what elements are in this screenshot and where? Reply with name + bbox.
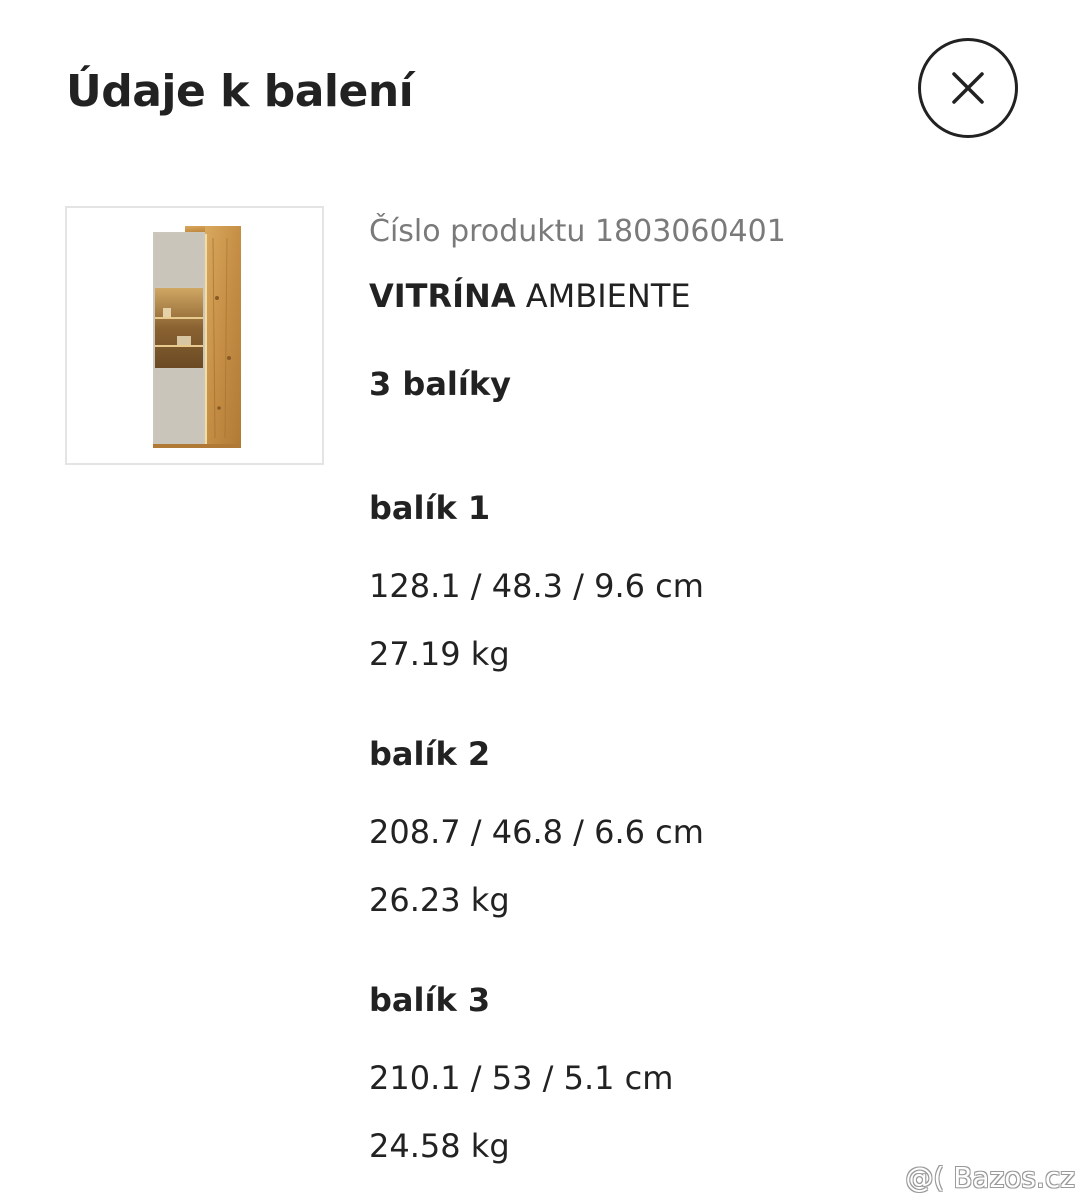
package-weight: 26.23 kg	[369, 881, 510, 919]
product-number: Číslo produktu 1803060401	[369, 214, 786, 249]
close-icon	[952, 72, 984, 104]
package-weight: 27.19 kg	[369, 635, 510, 673]
package-count: 3 balíky	[369, 365, 511, 403]
package-label: balík 3	[369, 981, 491, 1019]
product-name-model: AMBIENTE	[515, 277, 691, 315]
watermark: @( Bazos.cz	[905, 1161, 1075, 1194]
product-thumbnail	[65, 206, 324, 465]
vitrine-cabinet-image	[153, 226, 241, 448]
package-dimensions: 210.1 / 53 / 5.1 cm	[369, 1059, 674, 1097]
close-button[interactable]	[918, 38, 1018, 138]
package-weight: 24.58 kg	[369, 1127, 510, 1165]
package-dimensions: 128.1 / 48.3 / 9.6 cm	[369, 567, 704, 605]
package-dimensions: 208.7 / 46.8 / 6.6 cm	[369, 813, 704, 851]
product-name: VITRÍNA AMBIENTE	[369, 274, 691, 318]
package-label: balík 2	[369, 735, 491, 773]
package-label: balík 1	[369, 489, 491, 527]
page-title: Údaje k balení	[66, 66, 414, 117]
product-name-type: VITRÍNA	[369, 277, 516, 315]
